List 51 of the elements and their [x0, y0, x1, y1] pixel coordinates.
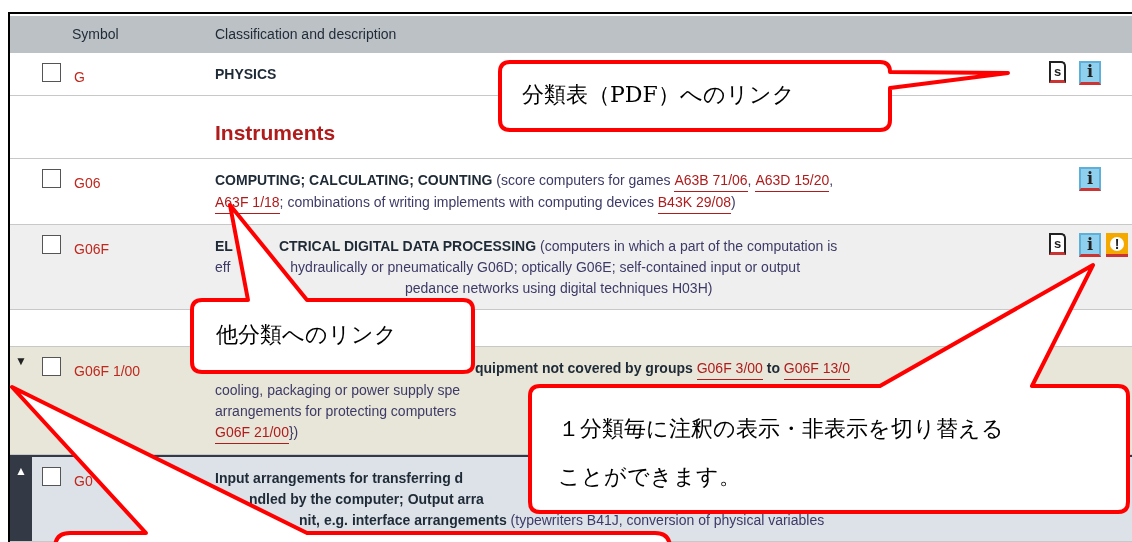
- classification-link[interactable]: B43K 29/08: [657, 192, 731, 215]
- description-text: ,: [747, 171, 753, 191]
- description-text: ): [730, 193, 736, 213]
- description-text: (computers in which a part of the computation is: [538, 237, 838, 257]
- checkbox[interactable]: [42, 235, 61, 255]
- classification-symbol[interactable]: G: [74, 68, 85, 85]
- callout-text: 分類表（PDF）へのリンク: [522, 81, 795, 109]
- description-text: ,: [829, 171, 834, 191]
- description-text: quipment not covered by groups: [475, 359, 694, 378]
- description-text: }): [288, 423, 299, 442]
- description-text: eff: [215, 258, 231, 278]
- description-text: cooling, packaging or power supply spe: [215, 381, 461, 400]
- info-icon[interactable]: i: [1079, 60, 1101, 85]
- description-text: Input arrangements for transferring d: [215, 469, 464, 488]
- description-text: arrangements for protecting computers: [215, 402, 457, 421]
- description-text: ; combinations of writing implements with computing devices: [279, 193, 655, 213]
- description-text: (score computers for games: [495, 171, 672, 191]
- description-text: nit, e.g. interface arrangements: [299, 511, 507, 530]
- checkbox[interactable]: [42, 169, 61, 189]
- callout-text: 他分類へのリンク: [216, 321, 397, 349]
- description-text: (typewriters B41J, conversion of physical variables: [509, 511, 825, 530]
- document-icon[interactable]: s: [1049, 60, 1066, 83]
- description-text: hydraulically or pneumatically G06D; optically G06E; self-contained input or output: [290, 258, 801, 278]
- classification-link[interactable]: A63B 71/06: [674, 170, 748, 193]
- description-text: ndled by the computer; Output arra: [249, 490, 484, 509]
- document-icon[interactable]: s: [1049, 233, 1066, 256]
- checkbox[interactable]: [42, 62, 61, 82]
- classification-link[interactable]: G06F 13/0: [783, 358, 850, 380]
- classification-link[interactable]: G06F 3/00: [696, 358, 763, 380]
- checkbox[interactable]: [42, 357, 61, 376]
- info-icon[interactable]: i: [1079, 233, 1101, 258]
- classification-symbol[interactable]: G0: [74, 473, 93, 489]
- description-text: to: [765, 359, 781, 378]
- description-text: EL: [215, 237, 233, 257]
- classification-symbol[interactable]: G06: [74, 175, 101, 192]
- callout-text: １分類毎に注釈の表示・非表示を切り替える: [558, 415, 1004, 443]
- info-icon[interactable]: i: [1079, 167, 1101, 192]
- callout-text: ことができます。: [558, 463, 741, 491]
- section-heading: Instruments: [215, 119, 336, 146]
- checkbox[interactable]: [42, 467, 61, 486]
- column-header: Symbol: [72, 24, 120, 44]
- description-text: COMPUTING; CALCULATING; COUNTING: [215, 171, 493, 191]
- classification-link[interactable]: G06F 21/00: [215, 422, 289, 444]
- description-text: PHYSICS: [215, 64, 277, 84]
- classification-symbol[interactable]: G06F: [74, 241, 109, 258]
- warning-icon[interactable]: !: [1106, 233, 1128, 258]
- description-text: pedance networks using digital techniques H03H): [405, 279, 713, 299]
- classification-symbol[interactable]: G06F 1/00: [74, 363, 141, 379]
- toggle-arrow[interactable]: ▼: [15, 355, 27, 454]
- column-header: Classification and description: [215, 24, 397, 44]
- description-text: CTRICAL DIGITAL DATA PROCESSING: [278, 237, 537, 257]
